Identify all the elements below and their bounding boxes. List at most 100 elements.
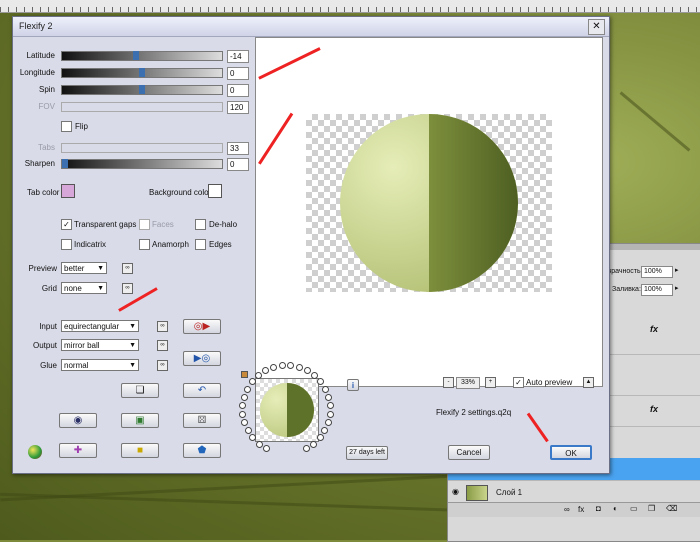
de-halo-checkbox[interactable] (195, 219, 206, 230)
days-left-button[interactable]: 27 days left (346, 446, 388, 460)
longitude-value[interactable]: 0 (227, 67, 249, 80)
rotate-left-icon: ▶◎ (193, 353, 211, 364)
preview-link-icon[interactable]: ∞ (122, 263, 133, 274)
faces-label: Faces (152, 220, 174, 229)
preset-dot[interactable] (239, 402, 247, 410)
transparent-gaps-label: Transparent gaps (74, 220, 137, 229)
preset-dot[interactable] (295, 363, 303, 371)
new-layer-icon[interactable]: ❐ (648, 504, 655, 513)
copy-button[interactable]: ❏ (121, 383, 159, 398)
info-button[interactable]: i (347, 379, 359, 391)
slider-thumb[interactable] (139, 85, 145, 94)
transparent-gaps-checkbox[interactable]: ✓ (61, 219, 72, 230)
square-shape-button[interactable]: ▣ (121, 413, 159, 428)
fill-field[interactable]: 100% (641, 284, 673, 296)
preset-dot[interactable] (270, 363, 278, 371)
undo-button[interactable]: ↶ (183, 383, 221, 398)
sharpen-label: Sharpen (24, 159, 55, 168)
grid-dropdown[interactable]: none ▼ (61, 282, 107, 294)
preset-dot[interactable] (325, 393, 333, 401)
pentagon-button[interactable]: ⬟ (183, 443, 221, 458)
latitude-slider[interactable] (61, 51, 223, 61)
close-icon[interactable]: ✕ (588, 19, 605, 35)
zoom-out-button[interactable]: - (443, 377, 454, 388)
sphere-preview (340, 114, 518, 292)
preset-dot[interactable] (321, 427, 329, 435)
settings-filename: Flexify 2 settings.q2q (436, 408, 512, 417)
grid-link-icon[interactable]: ∞ (122, 283, 133, 294)
fx-icon: fx (650, 404, 659, 414)
fx-icon[interactable]: fx (578, 505, 584, 514)
grid-label: Grid (41, 284, 57, 293)
input-label: Input (39, 322, 57, 331)
layer-name: Слой 1 (496, 488, 523, 497)
tab-color-swatch[interactable] (61, 184, 75, 198)
output-link-icon[interactable]: ∞ (157, 340, 168, 351)
opacity-field[interactable]: 100% (641, 266, 673, 278)
preset-dot[interactable] (241, 419, 249, 427)
preset-dot[interactable] (254, 372, 262, 380)
latitude-value[interactable]: -14 (227, 50, 249, 63)
slider-thumb[interactable] (139, 68, 145, 77)
preset-dot[interactable] (310, 440, 318, 448)
cube-icon: ■ (136, 445, 144, 456)
title-bar[interactable]: Flexify 2 ✕ (13, 17, 609, 37)
chevron-up-icon[interactable]: ▲ (583, 377, 594, 388)
chevron-down-icon[interactable]: ▸ (675, 266, 679, 274)
slider-thumb[interactable] (62, 159, 68, 168)
auto-preview-checkbox[interactable]: ✓ (513, 377, 524, 388)
glue-dropdown[interactable]: normal ▼ (61, 359, 139, 371)
flexify-logo-icon[interactable] (28, 445, 42, 459)
dice-button[interactable]: ⚄ (183, 413, 221, 428)
slider-thumb[interactable] (133, 51, 139, 60)
eye-icon[interactable]: ◉ (452, 487, 459, 496)
zoom-in-button[interactable]: + (485, 377, 496, 388)
preset-dot[interactable] (302, 445, 310, 453)
adjustment-icon[interactable]: ◐ (613, 504, 618, 513)
cube-button[interactable]: ■ (121, 443, 159, 458)
preset-dot[interactable] (244, 427, 252, 435)
preset-dot[interactable] (326, 410, 334, 418)
preset-dot[interactable] (321, 385, 329, 393)
chevron-down-icon[interactable]: ▸ (675, 284, 679, 292)
trash-icon[interactable]: ⌫ (666, 504, 677, 513)
longitude-slider[interactable] (61, 68, 223, 78)
spin-value[interactable]: 0 (227, 84, 249, 97)
spin-slider[interactable] (61, 85, 223, 95)
flip-checkbox[interactable] (61, 121, 72, 132)
preset-dot[interactable] (255, 440, 263, 448)
circle-shape-button[interactable]: ◉ (59, 413, 97, 428)
indicatrix-checkbox[interactable] (61, 239, 72, 250)
cross-net-button[interactable]: ✚ (59, 443, 97, 458)
edges-checkbox[interactable] (195, 239, 206, 250)
sharpen-value[interactable]: 0 (227, 158, 249, 171)
preset-dot[interactable] (326, 402, 334, 410)
anamorph-checkbox[interactable] (139, 239, 150, 250)
input-link-icon[interactable]: ∞ (157, 321, 168, 332)
preset-dot[interactable] (324, 419, 332, 427)
preset-dot[interactable] (239, 410, 247, 418)
preset-dot[interactable] (278, 362, 286, 370)
background-color-swatch[interactable] (208, 184, 222, 198)
preview-dropdown[interactable]: better ▼ (61, 262, 107, 274)
output-label: Output (32, 341, 57, 350)
preset-dot[interactable] (263, 445, 271, 453)
preset-dot[interactable] (244, 385, 252, 393)
tabs-value: 33 (227, 142, 249, 155)
folder-icon[interactable]: ▭ (630, 504, 638, 513)
glue-link-icon[interactable]: ∞ (157, 360, 168, 371)
link-icon[interactable]: ∞ (564, 505, 570, 514)
preset-dot[interactable] (240, 393, 248, 401)
ok-button[interactable]: OK (550, 445, 592, 460)
swap-input-button[interactable]: ◎▶ (183, 319, 221, 334)
cancel-button[interactable]: Cancel (448, 445, 490, 460)
sharpen-slider[interactable] (61, 159, 223, 169)
output-value: mirror ball (64, 341, 100, 350)
thumbnail-preview[interactable] (255, 378, 319, 442)
mask-icon[interactable]: ◘ (596, 504, 601, 513)
preset-dot[interactable] (316, 434, 324, 442)
preview-area[interactable] (255, 37, 603, 387)
swap-output-button[interactable]: ▶◎ (183, 351, 221, 366)
input-dropdown[interactable]: equirectangular ▼ (61, 320, 139, 332)
output-dropdown[interactable]: mirror ball ▼ (61, 339, 139, 351)
